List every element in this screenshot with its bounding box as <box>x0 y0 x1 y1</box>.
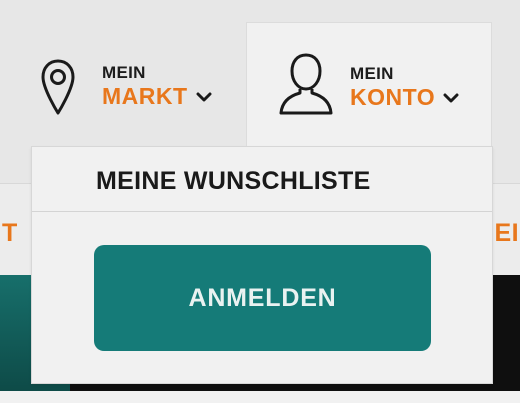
bottom-edge <box>0 391 520 403</box>
wishlist-link[interactable]: MEINE WUNSCHLISTE <box>32 147 492 211</box>
nav-item-partial-left[interactable]: T <box>2 219 18 248</box>
map-pin-icon <box>40 58 76 123</box>
my-store-label: MARKT <box>102 83 188 109</box>
chevron-down-icon <box>196 85 212 108</box>
my-store-label-top: MEIN <box>102 63 146 82</box>
user-icon <box>277 49 335 124</box>
login-button[interactable]: ANMELDEN <box>94 245 431 351</box>
chevron-down-icon <box>443 86 459 109</box>
my-account-label: KONTO <box>350 84 436 110</box>
my-account-label-top: MEIN <box>350 64 394 83</box>
dropdown-divider <box>32 211 492 212</box>
account-dropdown: MEINE WUNSCHLISTE ANMELDEN <box>31 146 493 384</box>
my-store-menu[interactable]: MEIN MARKT <box>28 48 228 128</box>
wishlist-label: MEINE WUNSCHLISTE <box>96 167 371 195</box>
